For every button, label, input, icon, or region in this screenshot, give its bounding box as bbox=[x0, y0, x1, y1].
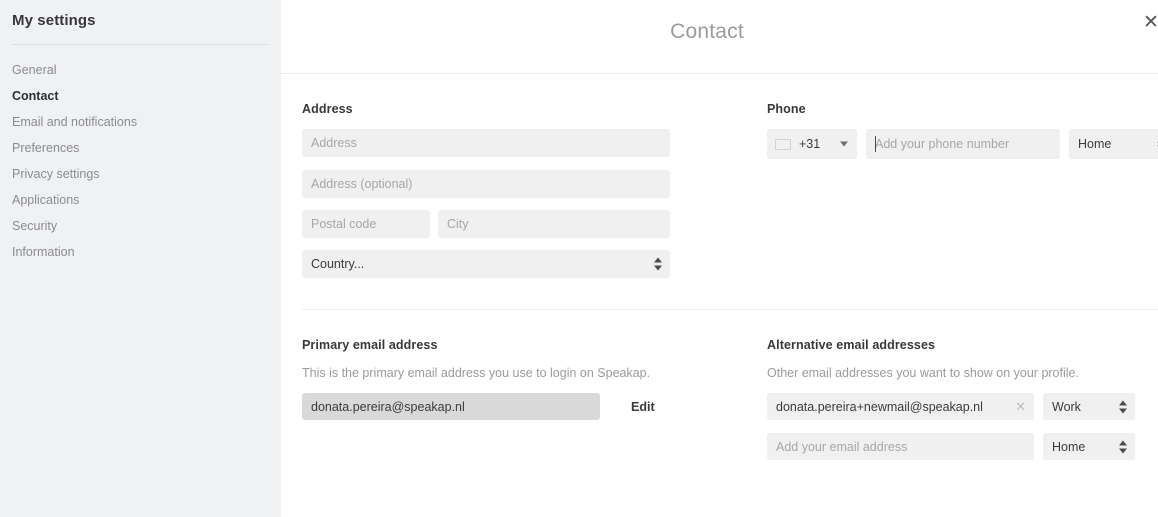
flag-nl-icon bbox=[775, 138, 791, 150]
text-cursor bbox=[875, 136, 876, 152]
alternative-email-row: × Work bbox=[767, 393, 1158, 420]
address-input[interactable] bbox=[302, 129, 670, 157]
city-input[interactable] bbox=[438, 210, 670, 238]
alternative-email-type-select[interactable]: Work bbox=[1043, 393, 1135, 420]
phone-type-select-wrapper: Home bbox=[1069, 129, 1158, 159]
page-title: Contact bbox=[670, 20, 744, 43]
address-section-label: Address bbox=[302, 102, 353, 116]
email-columns: Primary email address This is the primar… bbox=[281, 310, 1158, 460]
sidebar-item-general[interactable]: General bbox=[12, 57, 261, 83]
edit-primary-email-link[interactable]: Edit bbox=[631, 400, 655, 414]
sidebar-item-preferences[interactable]: Preferences bbox=[12, 135, 261, 161]
clear-icon[interactable]: × bbox=[1015, 400, 1026, 413]
close-icon[interactable]: ✕ bbox=[1138, 9, 1158, 35]
phone-number-input[interactable] bbox=[866, 129, 1060, 159]
address-optional-input[interactable] bbox=[302, 170, 670, 198]
alternative-emails-label: Alternative email addresses bbox=[767, 338, 936, 352]
alternative-email-input[interactable] bbox=[767, 433, 1034, 460]
phone-section-label: Phone bbox=[767, 102, 806, 116]
country-select[interactable]: Country... bbox=[302, 250, 670, 278]
alternative-email-type-wrapper: Home bbox=[1043, 433, 1135, 460]
sidebar-title: My settings bbox=[12, 12, 96, 29]
primary-email-section: Primary email address This is the primar… bbox=[302, 310, 745, 460]
alternative-email-type-wrapper: Work bbox=[1043, 393, 1135, 420]
content-area: Address Country... bbox=[281, 74, 1158, 460]
settings-modal: My settings General Contact Email and no… bbox=[0, 0, 1158, 517]
alternative-email-type-select[interactable]: Home bbox=[1043, 433, 1135, 460]
alternative-emails-section: Alternative email addresses Other email … bbox=[745, 310, 1158, 460]
primary-email-row: Edit bbox=[302, 393, 670, 420]
alternative-email-input[interactable] bbox=[767, 393, 1034, 420]
sidebar-item-applications[interactable]: Applications bbox=[12, 187, 261, 213]
sidebar: My settings General Contact Email and no… bbox=[0, 0, 281, 517]
sidebar-item-privacy-settings[interactable]: Privacy settings bbox=[12, 161, 261, 187]
sidebar-item-contact[interactable]: Contact bbox=[12, 83, 261, 109]
phone-type-select[interactable]: Home bbox=[1069, 129, 1158, 159]
alternative-email-input-wrapper bbox=[767, 433, 1034, 460]
primary-email-hint: This is the primary email address you us… bbox=[302, 366, 651, 380]
phone-number-input-wrapper bbox=[866, 129, 1060, 159]
top-columns: Address Country... bbox=[281, 74, 1158, 278]
sidebar-divider bbox=[12, 44, 269, 45]
postal-city-row bbox=[302, 210, 670, 238]
country-select-wrapper: Country... bbox=[302, 250, 670, 278]
primary-email-label: Primary email address bbox=[302, 338, 438, 352]
phone-section: Phone +31 Add your phone number Home bbox=[745, 74, 1158, 278]
alternative-email-input-wrapper: × bbox=[767, 393, 1034, 420]
primary-email-input[interactable] bbox=[302, 393, 600, 420]
phone-country-code-label: +31 bbox=[799, 137, 821, 151]
sidebar-item-information[interactable]: Information bbox=[12, 239, 261, 265]
phone-row: +31 Home bbox=[767, 129, 1158, 159]
sidebar-item-email-and-notifications[interactable]: Email and notifications bbox=[12, 109, 261, 135]
chevron-down-icon bbox=[840, 141, 848, 147]
sidebar-item-security[interactable]: Security bbox=[12, 213, 261, 239]
alternative-email-row: Home bbox=[767, 433, 1158, 460]
main-header: Contact ✕ bbox=[281, 0, 1158, 74]
phone-country-code-select[interactable]: +31 bbox=[767, 129, 857, 159]
postal-code-input[interactable] bbox=[302, 210, 430, 238]
main-panel: Contact ✕ Address Country... bbox=[281, 0, 1158, 517]
address-section: Address Country... bbox=[302, 74, 745, 278]
sidebar-nav: General Contact Email and notifications … bbox=[12, 57, 261, 265]
alternative-emails-hint: Other email addresses you want to show o… bbox=[767, 366, 1079, 380]
